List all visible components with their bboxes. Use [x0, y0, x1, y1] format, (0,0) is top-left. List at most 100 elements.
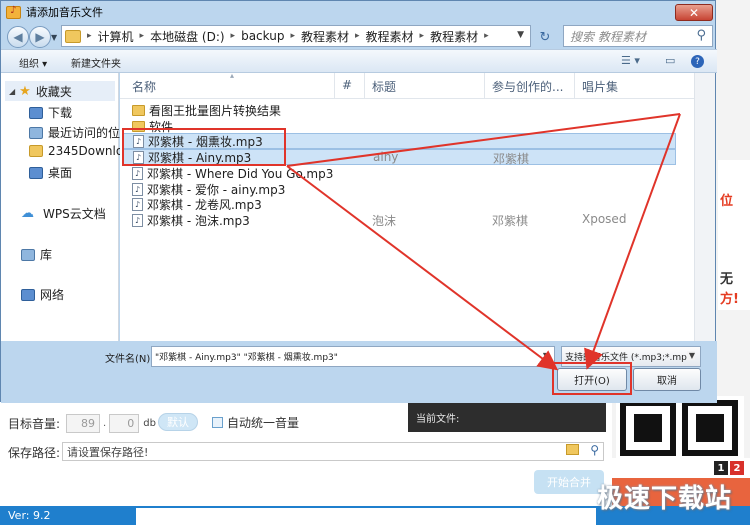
target-volume-row: 目标音量: 89 . 0 db [8, 414, 156, 433]
column-artist[interactable]: 参与创作的... [492, 78, 563, 95]
breadcrumb-backup[interactable]: backup [241, 29, 284, 43]
nav-item-2345download[interactable]: 2345Downlo [29, 144, 123, 158]
breadcrumb-computer[interactable]: 计算机 [98, 28, 134, 45]
save-path-input[interactable]: 请设置保存路径! ⚲ [62, 442, 604, 461]
chevron-right-icon[interactable]: ▸ [140, 31, 145, 41]
dialog-titlebar[interactable]: 请添加音乐文件 ✕ [1, 1, 717, 23]
cancel-button[interactable]: 取消 [633, 368, 701, 391]
address-dropdown-icon[interactable]: ▼ [517, 30, 524, 40]
column-separator[interactable] [364, 73, 365, 99]
column-number[interactable]: # [342, 78, 352, 92]
chevron-right-icon[interactable]: ▸ [355, 31, 360, 41]
nav-item-network[interactable]: 网络 [21, 286, 64, 303]
nav-item-library[interactable]: 库 [21, 246, 52, 263]
file-row[interactable]: ♪ 邓紫棋 - 泡沫.mp3 泡沫 邓紫棋 Xposed [122, 212, 676, 228]
desktop-icon [29, 166, 43, 179]
filename-label: 文件名(N): [105, 354, 154, 365]
navigation-pane: ◢ ★ 收藏夹 下载 最近访问的位 2345Downlo 桌面 ☁ WPS云文档… [1, 73, 123, 341]
address-bar[interactable]: ▸ 计算机 ▸ 本地磁盘 (D:) ▸ backup ▸ 教程素材 ▸ 教程素材… [61, 25, 531, 47]
folder-browse-icon[interactable] [566, 444, 579, 455]
open-button-highlight-box [552, 362, 632, 395]
cloud-icon: ☁ [21, 206, 34, 221]
chevron-right-icon[interactable]: ▸ [87, 31, 92, 41]
breadcrumb-materials-1[interactable]: 教程素材 [301, 28, 349, 45]
dialog-toolbar: 组织 ▾ 新建文件夹 ☰ ▾ ▭ ? [1, 49, 717, 73]
vertical-scrollbar[interactable] [694, 73, 715, 341]
volume-dec-input[interactable]: 0 [109, 414, 140, 433]
chevron-right-icon[interactable]: ▸ [420, 31, 425, 41]
nav-item-favorites[interactable]: ◢ ★ 收藏夹 [9, 83, 72, 100]
file-title: ainy [373, 150, 399, 164]
search-input[interactable]: 搜索 教程素材 ⚲ [563, 25, 713, 47]
file-album: Xposed [582, 212, 627, 226]
filename-value: "邓紫棋 - Ainy.mp3" "邓紫棋 - 烟熏妆.mp3" [155, 353, 338, 363]
nav-label-desktop: 桌面 [48, 166, 73, 180]
filename-input[interactable]: "邓紫棋 - Ainy.mp3" "邓紫棋 - 烟熏妆.mp3" ▼ [151, 346, 555, 367]
qr-block-left [620, 400, 676, 456]
view-options-icon[interactable]: ☰ ▾ [621, 54, 640, 67]
nav-label-library: 库 [40, 248, 53, 262]
music-file-icon: ♪ [132, 166, 143, 180]
watermark: 极速下载站 [596, 484, 732, 514]
auto-unify-label: 自动统一音量 [227, 416, 300, 430]
collapse-icon[interactable]: ◢ [9, 87, 15, 96]
volume-dec-value: 0 [127, 417, 135, 430]
nav-item-downloads[interactable]: 下载 [29, 104, 72, 121]
column-separator[interactable] [574, 73, 575, 99]
nav-item-desktop[interactable]: 桌面 [29, 164, 72, 181]
file-row[interactable]: ♪ 邓紫棋 - Where Did You Go.mp3 [122, 165, 676, 181]
chevron-right-icon[interactable]: ▸ [290, 31, 295, 41]
selection-highlight-box [122, 128, 286, 166]
search-icon[interactable]: ⚲ [590, 443, 599, 457]
file-list-header: ▴ 名称 # 标题 参与创作的... 唱片集 [120, 71, 715, 99]
music-app-icon [6, 5, 21, 19]
help-icon[interactable]: ? [691, 55, 704, 68]
column-separator[interactable] [334, 73, 335, 99]
column-separator[interactable] [484, 73, 485, 99]
refresh-button[interactable]: ↻ [533, 28, 557, 46]
organize-menu[interactable]: 组织 ▾ [19, 55, 47, 70]
nav-label-2345download: 2345Downlo [48, 144, 124, 158]
open-file-dialog: 请添加音乐文件 ✕ ◀ ▶ ▼ ▸ 计算机 ▸ 本地磁盘 (D:) ▸ back… [0, 0, 717, 403]
nav-item-recent[interactable]: 最近访问的位 [29, 124, 120, 141]
chevron-right-icon[interactable]: ▸ [231, 31, 236, 41]
chevron-right-icon[interactable]: ▸ [484, 31, 489, 41]
volume-int-input[interactable]: 89 [66, 414, 101, 433]
back-arrow-icon: ◀ [13, 30, 23, 44]
computer-icon [65, 29, 81, 43]
column-name[interactable]: 名称 [132, 78, 156, 95]
file-name: 看图王批量图片转换结果 [149, 103, 282, 118]
history-dropdown-icon[interactable]: ▼ [51, 33, 57, 42]
nav-label-downloads: 下载 [48, 106, 73, 120]
preview-pane-icon[interactable]: ▭ [665, 54, 675, 67]
version-label: Ver: 9.2 [8, 509, 51, 522]
breadcrumb-materials-2[interactable]: 教程素材 [366, 28, 414, 45]
page-1-button[interactable]: 1 [714, 461, 728, 475]
navigation-row: ◀ ▶ ▼ ▸ 计算机 ▸ 本地磁盘 (D:) ▸ backup ▸ 教程素材 … [1, 23, 717, 49]
column-album[interactable]: 唱片集 [582, 78, 618, 95]
new-folder-button[interactable]: 新建文件夹 [71, 55, 121, 70]
breadcrumb-materials-3[interactable]: 教程素材 [430, 28, 478, 45]
auto-unify-checkbox[interactable] [212, 417, 223, 428]
current-file-box: 当前文件: [408, 400, 606, 432]
back-button[interactable]: ◀ [7, 26, 29, 48]
chevron-down-icon[interactable]: ▼ [543, 351, 549, 360]
default-button[interactable]: 默认 [158, 413, 198, 431]
file-row[interactable]: ♪ 邓紫棋 - 龙卷风.mp3 [122, 196, 676, 212]
forward-button[interactable]: ▶ [29, 26, 51, 48]
page-2-button[interactable]: 2 [730, 461, 744, 475]
search-placeholder: 搜索 教程素材 [570, 29, 646, 44]
column-title[interactable]: 标题 [372, 78, 396, 95]
nav-item-wps-cloud[interactable]: ☁ WPS云文档 [21, 205, 106, 222]
close-icon: ✕ [688, 5, 700, 20]
chevron-down-icon[interactable]: ▼ [686, 351, 695, 360]
sort-caret-icon: ▴ [230, 71, 235, 80]
breadcrumb-drive-d[interactable]: 本地磁盘 (D:) [150, 28, 224, 45]
save-path-label-row: 保存路径: [8, 444, 60, 461]
start-merge-button[interactable]: 开始合并 [534, 470, 604, 494]
nav-label-favorites: 收藏夹 [35, 85, 72, 99]
volume-int-value: 89 [81, 417, 96, 430]
auto-unify-row[interactable]: 自动统一音量 [212, 414, 299, 431]
close-button[interactable]: ✕ [675, 4, 713, 21]
folder-row[interactable]: 看图王批量图片转换结果 [122, 102, 676, 118]
